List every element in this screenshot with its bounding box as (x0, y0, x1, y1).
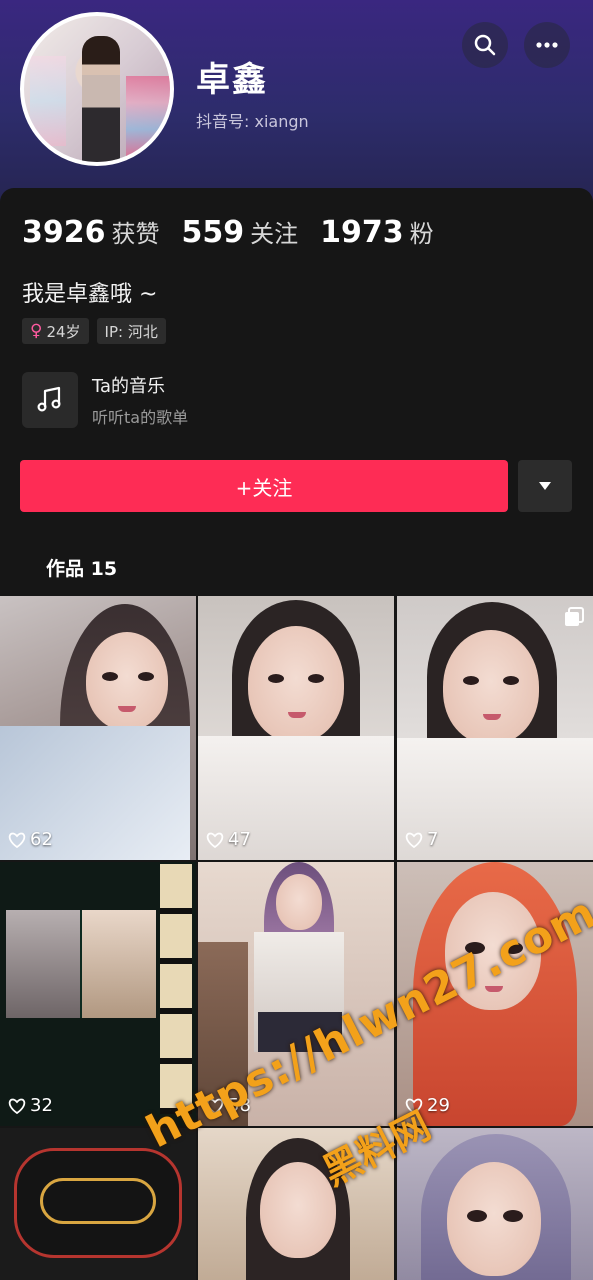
face (447, 1162, 541, 1276)
followers-count[interactable]: 1973 (320, 215, 404, 250)
thumbnail-strip (160, 864, 192, 1114)
heart-outline-icon (8, 1098, 26, 1114)
video-panel (6, 910, 80, 1018)
search-icon (474, 34, 496, 56)
heart-outline-icon (8, 832, 26, 848)
like-count-value: 47 (228, 829, 251, 850)
eye (503, 676, 519, 685)
likes-count: 3926 (22, 215, 106, 250)
following-label[interactable]: 关注 (250, 214, 298, 249)
eye (268, 674, 284, 683)
work-tile[interactable]: 7 (397, 596, 593, 860)
follow-button[interactable]: +关注 (20, 460, 508, 512)
heart-outline-icon (405, 832, 423, 848)
avatar-background-shelf (126, 76, 170, 156)
profile-header: 卓鑫 抖音号: xiangn (0, 0, 593, 210)
eye (308, 674, 324, 683)
avatar-person (82, 36, 120, 162)
following-count[interactable]: 559 (182, 215, 245, 250)
face (443, 630, 539, 744)
eye (138, 672, 154, 681)
like-count-value: 62 (30, 829, 53, 850)
face (260, 1162, 336, 1258)
like-count: 62 (8, 829, 53, 850)
ip-tag: IP: 河北 (96, 318, 166, 344)
more-dots-icon (536, 42, 558, 48)
face (276, 874, 322, 930)
face (86, 632, 168, 730)
eye (463, 676, 479, 685)
age-label: 24岁 (46, 322, 81, 341)
music-title: Ta的音乐 (92, 376, 166, 397)
caret-down-icon (539, 482, 551, 490)
multi-image-icon (565, 607, 584, 626)
followers-label[interactable]: 粉 (410, 214, 434, 249)
eye (503, 1210, 523, 1222)
search-button[interactable] (462, 22, 508, 68)
likes-label: 获赞 (111, 220, 160, 248)
video-panel (82, 910, 156, 1018)
like-count: 7 (405, 829, 438, 850)
music-subtitle: 听听ta的歌单 (92, 408, 189, 427)
like-count-value: 29 (427, 1095, 450, 1116)
face (248, 626, 344, 742)
avatar-background-shelf (30, 56, 66, 146)
machine-panel (40, 1178, 156, 1224)
music-text: Ta的音乐 听听ta的歌单 (92, 372, 188, 428)
bio-text: 我是卓鑫哦 ~ (22, 282, 158, 307)
music-note-icon (37, 386, 61, 412)
like-count-value: 7 (427, 829, 439, 850)
female-icon: ♀ (30, 321, 43, 341)
like-count: 47 (206, 829, 251, 850)
eye (467, 1210, 487, 1222)
age-tag: ♀ 24岁 (22, 318, 89, 344)
work-tile[interactable]: 32 (0, 862, 196, 1126)
profile-tags: ♀ 24岁 IP: 河北 (22, 318, 166, 344)
more-button[interactable] (524, 22, 570, 68)
music-entry[interactable]: Ta的音乐 听听ta的歌单 (22, 372, 188, 428)
ip-label: IP: 河北 (104, 322, 158, 341)
work-tile[interactable] (397, 1128, 593, 1280)
recommend-dropdown-button[interactable] (518, 460, 572, 512)
work-tile[interactable]: 62 (0, 596, 196, 860)
heart-outline-icon (206, 832, 224, 848)
eye (102, 672, 118, 681)
like-count: 32 (8, 1095, 53, 1116)
avatar[interactable] (20, 12, 174, 166)
profile-name: 卓鑫 (196, 60, 268, 100)
tab-works[interactable]: 作品 15 (46, 554, 117, 581)
work-tile[interactable]: 47 (198, 596, 394, 860)
music-icon-box (22, 372, 78, 428)
stats-row: 3926 获赞 559 关注 1973 粉 (22, 214, 456, 250)
douyin-id: 抖音号: xiangn (196, 112, 309, 131)
like-count-value: 32 (30, 1095, 53, 1116)
